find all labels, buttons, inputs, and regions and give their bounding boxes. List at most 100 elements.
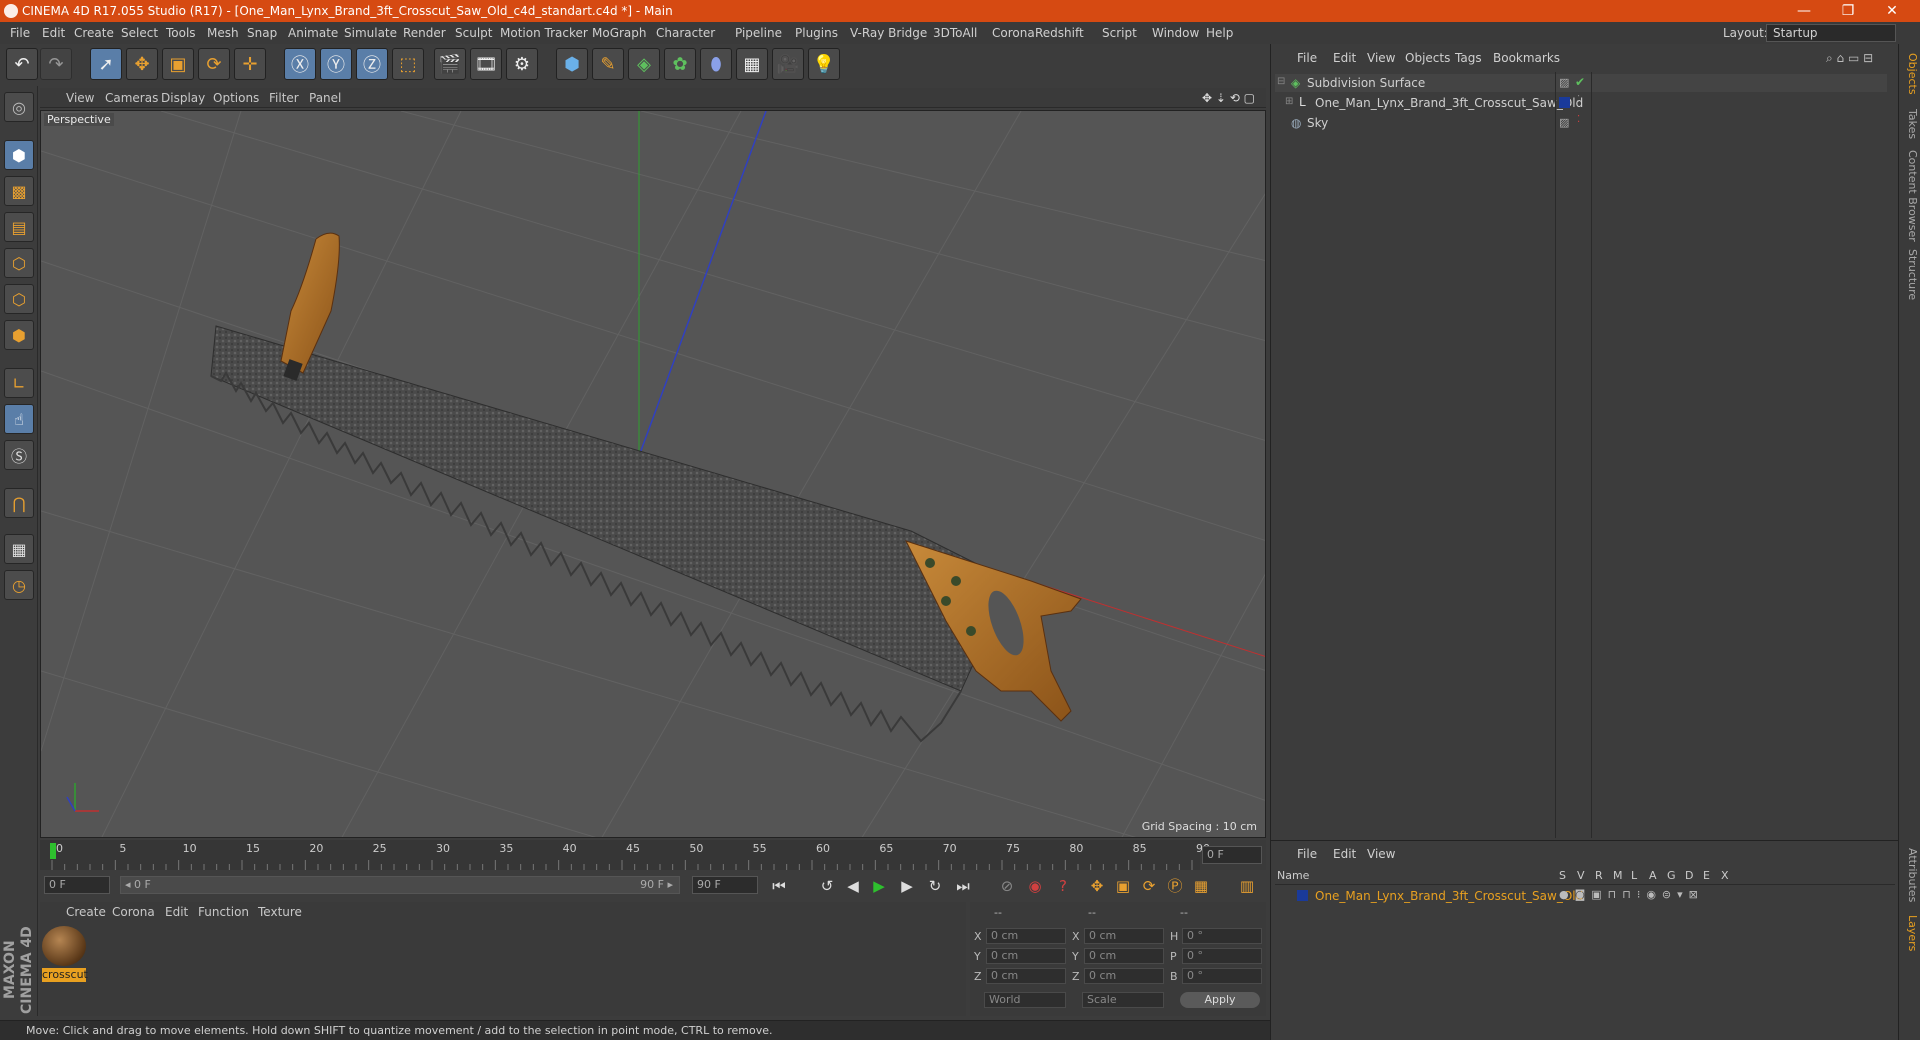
tab-takes[interactable]: Takes — [1901, 106, 1919, 142]
tab-content-browser[interactable]: Content Browser — [1901, 150, 1919, 242]
step-back-icon[interactable]: ◀ — [842, 875, 864, 897]
tab-structure[interactable]: Structure — [1901, 248, 1919, 302]
keyframe-selection-icon[interactable]: ? — [1052, 875, 1074, 897]
visibility-toggle-icon[interactable]: ▨ — [1559, 116, 1569, 129]
light-icon[interactable]: 💡 — [808, 48, 840, 80]
viewport-menu-panel[interactable]: Panel — [309, 91, 341, 105]
polygons-mode-icon[interactable]: ⬢ — [4, 320, 34, 350]
step-forward-icon[interactable]: ▶ — [896, 875, 918, 897]
menu-character[interactable]: Character — [656, 26, 715, 40]
camera-icon[interactable]: 🎥 — [772, 48, 804, 80]
go-to-end-icon[interactable]: ⏭ — [952, 875, 974, 897]
go-to-prev-key-icon[interactable]: ↺ — [816, 875, 838, 897]
cube-icon[interactable]: ⬢ — [556, 48, 588, 80]
render-picture-viewer-icon[interactable]: 🎞 — [470, 48, 502, 80]
coordinate-space-select[interactable]: World — [984, 992, 1066, 1008]
make-editable-icon[interactable]: ◎ — [4, 92, 34, 122]
rotation-h-field[interactable]: 0 ° — [1182, 928, 1262, 944]
rotation-b-field[interactable]: 0 ° — [1182, 968, 1262, 984]
menu-create[interactable]: Create — [74, 26, 114, 40]
layer-toggle-icons[interactable]: ●◙▣⊓⊓⁝◉⊜▾⊠ — [1559, 888, 1704, 901]
z-axis-icon[interactable]: Ⓩ — [356, 48, 388, 80]
workplane-icon[interactable]: ▤ — [4, 212, 34, 242]
redo-icon[interactable]: ↷ — [40, 48, 72, 80]
texture-mode-icon[interactable]: ▩ — [4, 176, 34, 206]
points-mode-icon[interactable]: ⬡ — [4, 248, 34, 278]
menu-corona[interactable]: Corona — [992, 26, 1035, 40]
floor-icon[interactable]: ▦ — [736, 48, 768, 80]
go-to-start-icon[interactable]: ⏮ — [768, 875, 790, 897]
object-row-saw[interactable]: ⊞ Ⅼ One_Man_Lynx_Brand_3ft_Crosscut_Saw_… — [1275, 94, 1887, 112]
material-menu-texture[interactable]: Texture — [258, 905, 302, 919]
subdivision-icon[interactable]: ◈ — [628, 48, 660, 80]
viewport-menu-cameras[interactable]: Cameras — [105, 91, 158, 105]
object-menu-objects[interactable]: Objects — [1405, 51, 1450, 65]
play-icon[interactable]: ▶ — [868, 875, 890, 897]
layer-name[interactable]: One_Man_Lynx_Brand_3ft_Crosscut_Saw_Old — [1315, 889, 1583, 903]
object-menu-view[interactable]: View — [1367, 51, 1395, 65]
menu-script[interactable]: Script — [1102, 26, 1137, 40]
menu-animate[interactable]: Animate — [288, 26, 338, 40]
model-mode-icon[interactable]: ⬢ — [4, 140, 34, 170]
current-frame-field[interactable]: 0 F — [1202, 846, 1262, 864]
scale-icon[interactable]: ▣ — [162, 48, 194, 80]
menu-motion-tracker[interactable]: Motion Tracker — [500, 26, 588, 40]
close-button[interactable]: ✕ — [1872, 1, 1912, 21]
size-z-field[interactable]: 0 cm — [1084, 968, 1164, 984]
frame-range-slider[interactable]: ◂ 0 F 90 F ▸ — [120, 876, 680, 894]
layer-menu-view[interactable]: View — [1367, 847, 1395, 861]
x-axis-icon[interactable]: Ⓧ — [284, 48, 316, 80]
deformer-icon[interactable]: ⬮ — [700, 48, 732, 80]
undo-icon[interactable]: ↶ — [6, 48, 38, 80]
layer-row[interactable]: One_Man_Lynx_Brand_3ft_Crosscut_Saw_Old … — [1275, 887, 1895, 905]
viewport-menu-view[interactable]: View — [66, 91, 94, 105]
render-dots-icon[interactable]: ⁚ — [1577, 114, 1580, 125]
pen-icon[interactable]: ✎ — [592, 48, 624, 80]
object-name[interactable]: Sky — [1307, 116, 1328, 130]
material-thumbnail[interactable] — [42, 926, 86, 966]
end-frame-field[interactable]: 90 F — [692, 876, 758, 894]
saw-model[interactable] — [210, 232, 1082, 743]
viewport-menu-filter[interactable]: Filter — [269, 91, 299, 105]
material-name[interactable]: crosscut — [42, 968, 88, 982]
enabled-check-icon[interactable]: ✔ — [1575, 75, 1585, 89]
menu-select[interactable]: Select — [121, 26, 158, 40]
menu-3dtoall[interactable]: 3DToAll — [933, 26, 977, 40]
auto-key-icon[interactable]: ◉ — [1024, 875, 1046, 897]
menu-render[interactable]: Render — [403, 26, 446, 40]
layer-color-swatch[interactable] — [1297, 890, 1308, 901]
material-menu-function[interactable]: Function — [198, 905, 249, 919]
y-axis-icon[interactable]: Ⓨ — [320, 48, 352, 80]
menu-mograph[interactable]: MoGraph — [592, 26, 647, 40]
menu-tools[interactable]: Tools — [166, 26, 196, 40]
key-pla-icon[interactable]: ▦ — [1190, 875, 1212, 897]
live-selection-icon[interactable]: ➚ — [90, 48, 122, 80]
rotation-p-field[interactable]: 0 ° — [1182, 948, 1262, 964]
menu-plugins[interactable]: Plugins — [795, 26, 838, 40]
apply-button[interactable]: Apply — [1180, 992, 1260, 1008]
size-x-field[interactable]: 0 cm — [1084, 928, 1164, 944]
menu-file[interactable]: File — [10, 26, 30, 40]
transform-icon[interactable]: ✛ — [234, 48, 266, 80]
key-rotation-icon[interactable]: ⟳ — [1138, 875, 1160, 897]
layout-select[interactable]: Startup — [1766, 24, 1896, 42]
menu-pipeline[interactable]: Pipeline — [735, 26, 782, 40]
viewport-menu-display[interactable]: Display — [161, 91, 205, 105]
menu-window[interactable]: Window — [1152, 26, 1199, 40]
render-settings-icon[interactable]: ⚙ — [506, 48, 538, 80]
key-position-icon[interactable]: ✥ — [1086, 875, 1108, 897]
size-y-field[interactable]: 0 cm — [1084, 948, 1164, 964]
collapse-icon[interactable]: ⊟ — [1277, 76, 1285, 87]
perspective-viewport[interactable]: Perspective Grid Spacing : 10 cm — [40, 110, 1266, 838]
tab-layers[interactable]: Layers — [1901, 910, 1919, 956]
position-x-field[interactable]: 0 cm — [986, 928, 1066, 944]
expand-icon[interactable]: ⊞ — [1285, 96, 1293, 107]
tab-attributes[interactable]: Attributes — [1901, 844, 1919, 906]
object-row-sky[interactable]: ◍ Sky ▨ ⁚ — [1275, 114, 1887, 132]
position-y-field[interactable]: 0 cm — [986, 948, 1066, 964]
menu-redshift[interactable]: Redshift — [1035, 26, 1084, 40]
minimize-button[interactable]: — — [1784, 1, 1824, 21]
planar-workplane-icon[interactable]: ◷ — [4, 570, 34, 600]
visibility-toggle-icon[interactable]: ▨ — [1559, 76, 1569, 89]
viewport-menu-options[interactable]: Options — [213, 91, 259, 105]
